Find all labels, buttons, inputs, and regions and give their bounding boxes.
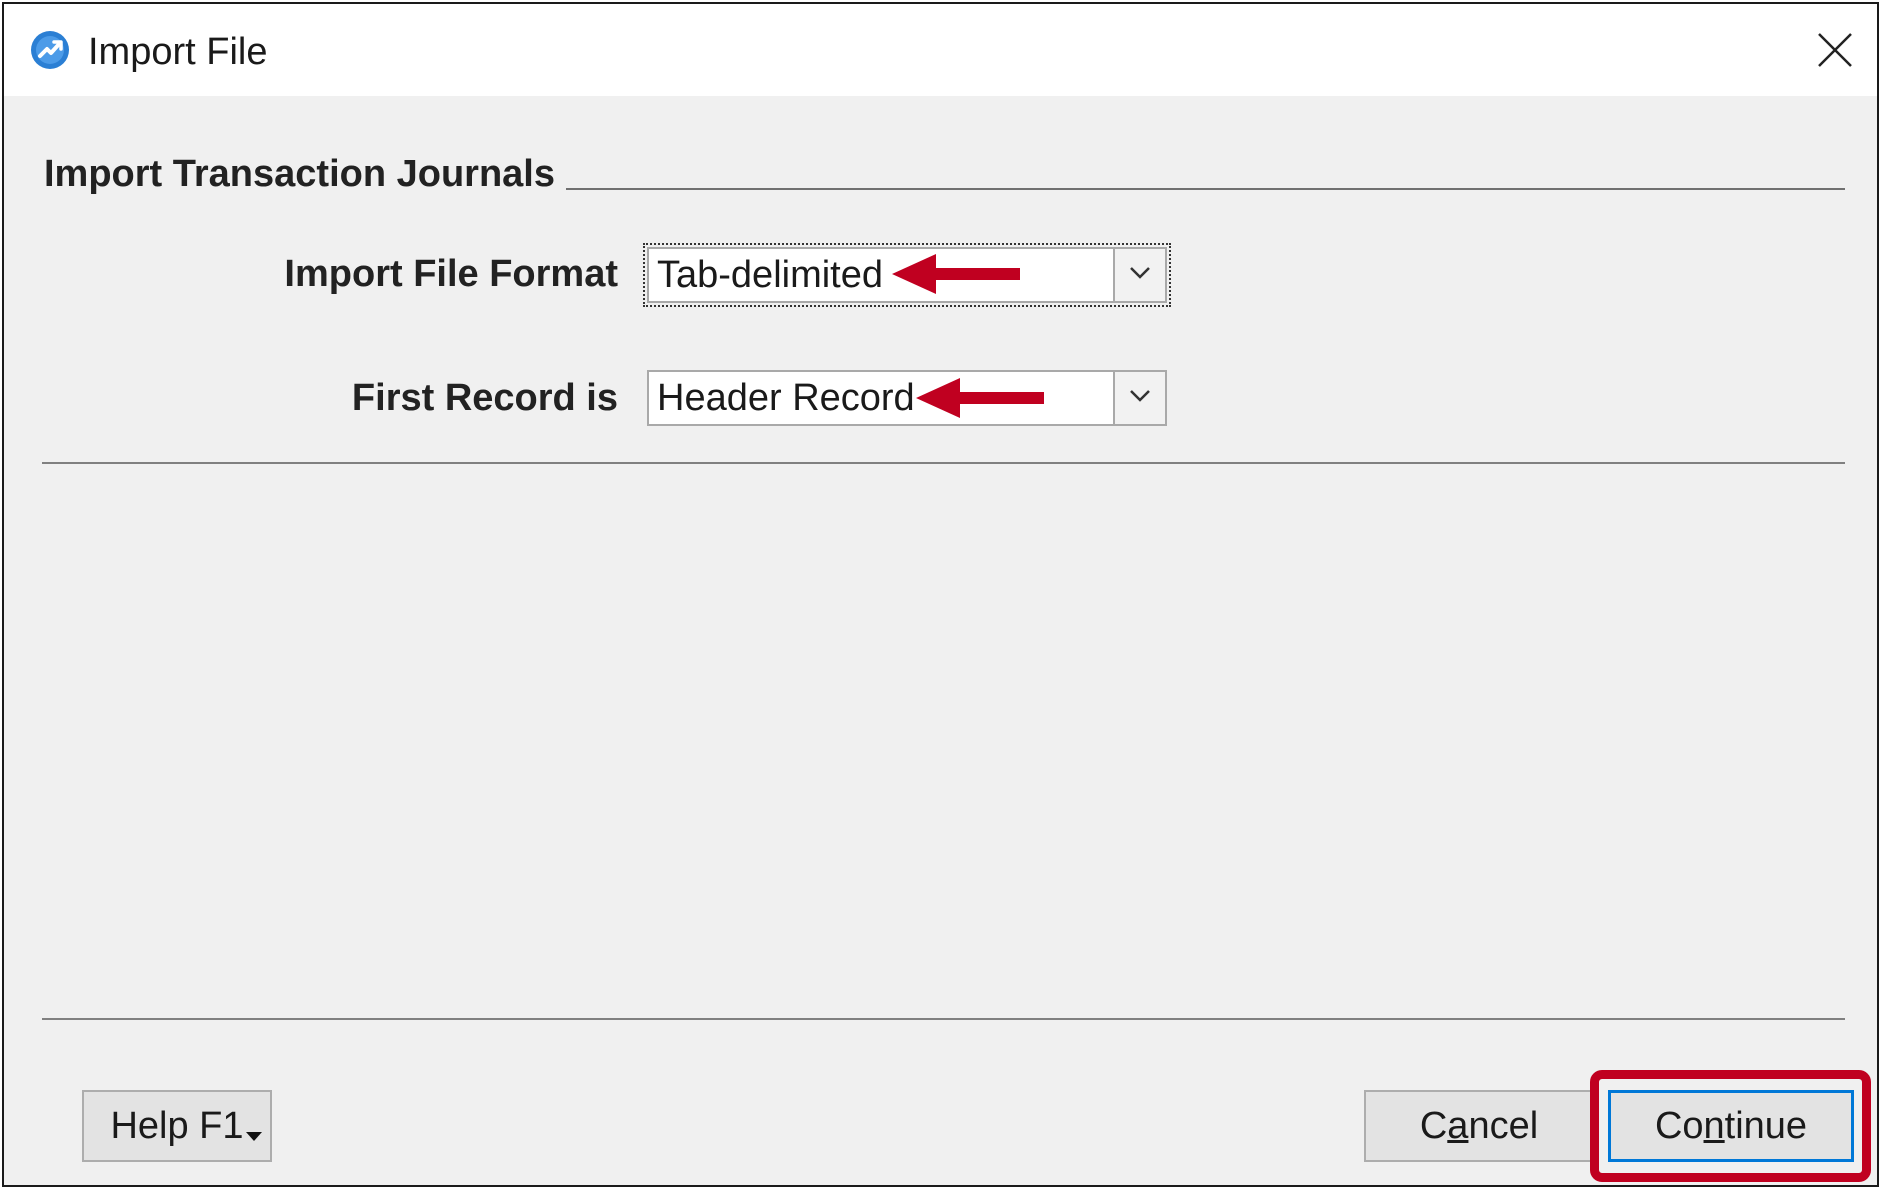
first-record-dropdown-button[interactable]	[1113, 372, 1165, 424]
first-record-value: Header Record	[657, 377, 915, 419]
annotation-arrow-left	[916, 376, 1046, 425]
section-title: Import Transaction Journals	[44, 153, 555, 195]
import-file-dialog: Import File Import Transaction Journals …	[2, 2, 1879, 1187]
app-logo-icon	[30, 30, 70, 75]
close-icon	[1817, 32, 1853, 73]
import-file-format-dropdown-button[interactable]	[1113, 249, 1165, 301]
content-divider-top	[42, 462, 1845, 464]
chevron-down-icon	[1129, 266, 1151, 285]
first-record-select[interactable]: Header Record	[647, 370, 1167, 426]
help-button[interactable]: Help F1	[82, 1090, 272, 1162]
title-bar: Import File	[4, 4, 1877, 96]
cancel-button-label: Cancel	[1419, 1104, 1539, 1147]
window-title: Import File	[88, 31, 268, 73]
continue-highlight-annotation	[1590, 1070, 1871, 1182]
import-file-format-label: Import File Format	[284, 253, 618, 295]
help-button-label: Help F1	[110, 1104, 244, 1147]
chevron-down-icon	[1129, 389, 1151, 408]
dropdown-caret-icon	[246, 1109, 262, 1152]
close-button[interactable]	[1805, 22, 1865, 82]
cancel-button[interactable]: Cancel	[1364, 1090, 1594, 1162]
content-divider-bottom	[42, 1018, 1845, 1020]
import-file-format-value: Tab-delimited	[657, 254, 883, 296]
first-record-label: First Record is	[351, 377, 618, 419]
section-divider	[566, 188, 1845, 190]
annotation-arrow-left	[892, 252, 1022, 301]
